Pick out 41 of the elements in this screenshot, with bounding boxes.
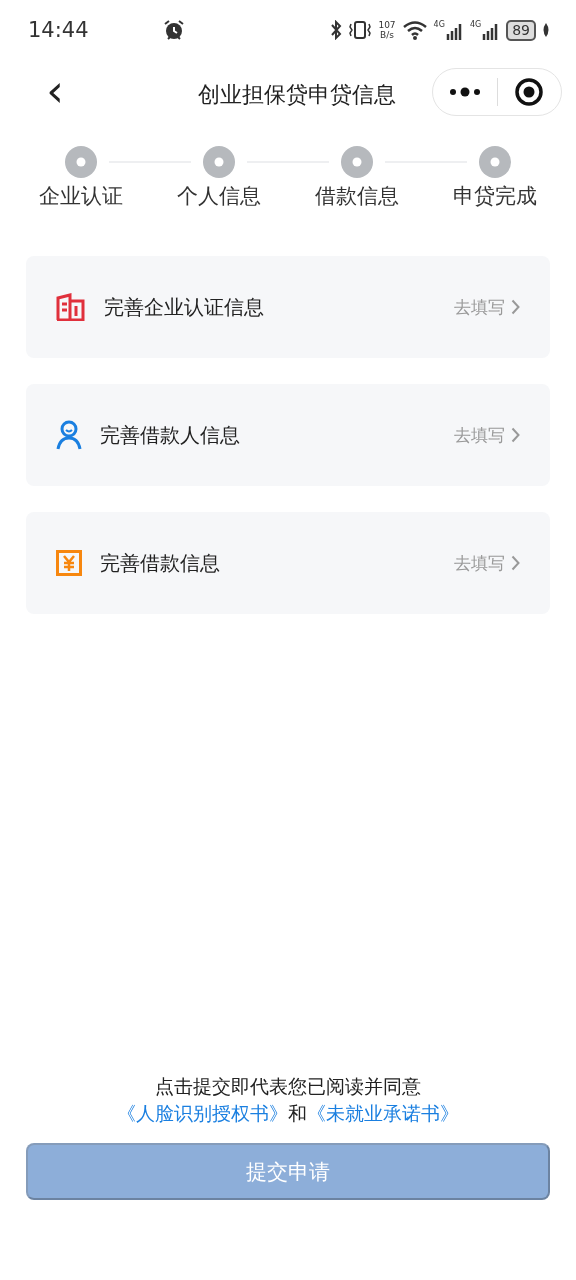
network-type: 4G <box>433 20 445 29</box>
step-label: 申贷完成 <box>453 183 537 210</box>
form-section-card[interactable]: 完善企业认证信息 去填写 <box>26 256 550 358</box>
step-label: 借款信息 <box>315 183 399 210</box>
person-icon <box>56 420 82 450</box>
chevron-icon <box>511 299 520 315</box>
back-button[interactable]: ‹ <box>40 71 70 119</box>
step-dot <box>203 146 235 178</box>
page-title: 创业担保贷申贷信息 <box>198 81 396 109</box>
wifi-icon <box>401 20 428 40</box>
leaf-icon <box>542 22 550 38</box>
form-section-card[interactable]: 完善借款信息 去填写 <box>26 512 550 614</box>
more-icon[interactable] <box>447 87 482 97</box>
step-dot <box>65 146 97 178</box>
agreement-link[interactable]: 《未就业承诺书》 <box>307 1102 459 1124</box>
battery-level: 89 <box>506 19 536 41</box>
step-label: 个人信息 <box>177 183 261 210</box>
chevron-icon <box>511 555 520 571</box>
alarm-icon <box>163 19 186 41</box>
section-title: 完善借款人信息 <box>100 421 241 449</box>
chevron-icon <box>511 427 520 443</box>
building-icon <box>56 293 86 321</box>
bluetooth-icon <box>330 20 343 40</box>
yuan-icon <box>56 550 82 576</box>
status-time: 14:44 <box>28 18 89 42</box>
form-section-card[interactable]: 完善借款人信息 去填写 <box>26 384 550 486</box>
network-type: 4G <box>469 20 482 29</box>
agreement-link[interactable]: 《人脸识别授权书》 <box>117 1102 288 1124</box>
section-title: 完善借款信息 <box>100 549 221 577</box>
step-dot <box>479 146 511 178</box>
step-label: 企业认证 <box>39 183 123 210</box>
step-dot <box>341 146 373 178</box>
network-speed: 107 B/s <box>378 20 396 40</box>
agreement-text: 点击提交即代表您已阅读并同意 <box>155 1075 421 1097</box>
fill-in-link[interactable]: 去填写 <box>454 423 505 447</box>
vibrate-icon <box>348 20 373 40</box>
fill-in-link[interactable]: 去填写 <box>454 295 505 319</box>
fill-in-link[interactable]: 去填写 <box>454 551 505 575</box>
section-title: 完善企业认证信息 <box>104 293 265 321</box>
close-icon[interactable] <box>514 77 545 107</box>
agreement-text: 和 <box>288 1102 307 1124</box>
